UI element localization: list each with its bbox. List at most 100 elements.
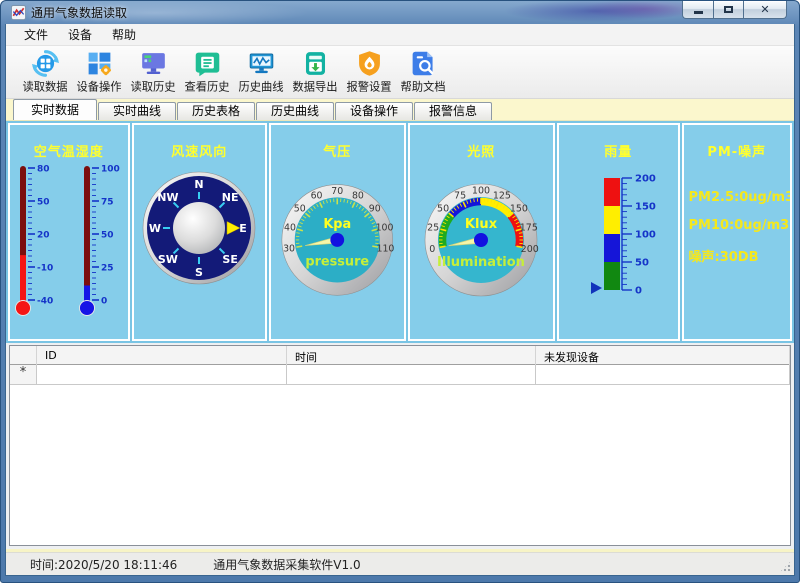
panel-temp-humidity: 空气温湿度 805020-10-40 1007550250 [8,123,130,341]
svg-text:-40: -40 [37,296,53,306]
gauge-hub [330,233,344,247]
svg-text:80: 80 [37,164,50,174]
panel-title: 雨量 [559,141,678,160]
svg-text:175: 175 [520,222,538,233]
app-icon [11,5,26,20]
svg-text:100: 100 [376,222,394,233]
svg-text:80: 80 [352,191,364,202]
svg-text:Kpa: Kpa [323,217,351,232]
svg-text:pressure: pressure [305,255,369,270]
window-controls: ✕ [682,1,787,19]
column-header-time[interactable]: 时间 [287,346,536,365]
button-alarm-settings[interactable]: 报警设置 [342,48,396,95]
app-window: 通用气象数据读取 ✕ 文件 设备 帮助 读取数据 设备操作 [0,0,800,583]
rain-bar-gauge: 200150100500 [559,164,677,314]
rain-segment [604,234,620,262]
panel-wind: 风速风向 NNEESESSWWNW [132,123,268,341]
button-read-data[interactable]: 读取数据 [18,48,72,95]
pressure-gauge: 30405060708090100110Kpapressure [271,162,404,304]
monitor-waveform-icon [247,49,276,78]
column-header-id[interactable]: ID [37,346,287,365]
svg-text:125: 125 [493,190,511,201]
green-document-bubble-icon [193,49,222,78]
column-header-device[interactable]: 未发现设备 [536,346,790,365]
noise-value: 噪声:30DB [689,246,791,265]
window-title: 通用气象数据读取 [31,4,127,21]
menu-file[interactable]: 文件 [14,24,58,45]
maximize-icon [724,6,733,13]
button-view-history[interactable]: 查看历史 [180,48,234,95]
toolbar-label: 帮助文档 [400,79,445,95]
illumination-gauge: 0255075100125150175200KluxIllumination [414,162,548,304]
toolbar: 读取数据 设备操作 读取历史 查看历史 [6,46,794,99]
panel-title: 光照 [410,141,554,160]
minimize-icon [694,11,703,14]
svg-text:100: 100 [101,164,120,174]
rain-pointer [591,282,602,294]
cell-time[interactable] [287,365,536,385]
svg-text:NE: NE [222,191,239,204]
purple-monitor-icon [139,49,168,78]
svg-text:0: 0 [635,286,642,297]
data-table[interactable]: ID 时间 未发现设备 * [9,345,791,546]
button-read-history[interactable]: 读取历史 [126,48,180,95]
svg-text:90: 90 [369,204,381,215]
pm10-value: PM10:0ug/m3 [689,218,791,233]
tab-history-curve[interactable]: 历史曲线 [256,102,334,120]
table-empty-area [10,385,790,545]
dashboard: 空气温湿度 805020-10-40 1007550250 风速风向 NNEES… [6,121,794,343]
tabstrip: 实时数据 实时曲线 历史表格 历史曲线 设备操作 报警信息 [6,99,794,121]
svg-text:110: 110 [376,244,394,255]
table-row[interactable]: * [10,365,790,385]
toolbar-label: 设备操作 [76,79,121,95]
menu-help[interactable]: 帮助 [102,24,146,45]
tab-alarm-info[interactable]: 报警信息 [414,102,492,120]
toolbar-label: 数据导出 [292,79,337,95]
gauge-hub [474,233,488,247]
close-button[interactable]: ✕ [743,1,787,19]
svg-text:40: 40 [284,222,296,233]
svg-text:Illumination: Illumination [437,255,525,270]
svg-text:25: 25 [101,263,114,273]
resize-grip[interactable] [779,560,792,573]
button-history-curve[interactable]: 历史曲线 [234,48,288,95]
svg-text:Klux: Klux [465,217,498,232]
svg-text:50: 50 [294,204,306,215]
client-area: 文件 设备 帮助 读取数据 设备操作 读取历史 [5,24,795,576]
svg-text:NW: NW [157,191,178,204]
maximize-button[interactable] [713,1,743,19]
tab-device-operation[interactable]: 设备操作 [335,102,413,120]
wind-compass: NNEESESSWWNW [140,169,258,287]
status-app-version: 通用气象数据采集软件V1.0 [213,556,360,573]
minimize-button[interactable] [682,1,713,19]
toolbar-label: 读取历史 [130,79,175,95]
button-data-export[interactable]: 数据导出 [288,48,342,95]
cell-device[interactable] [536,365,790,385]
svg-text:W: W [149,222,161,235]
menu-device[interactable]: 设备 [58,24,102,45]
status-time: 时间:2020/5/20 18:11:46 [30,556,177,573]
titlebar[interactable]: 通用气象数据读取 ✕ [5,1,795,24]
button-help-doc[interactable]: 帮助文档 [396,48,450,95]
panel-pressure: 气压 30405060708090100110Kpapressure [269,123,406,341]
tab-realtime-curve[interactable]: 实时曲线 [98,102,176,120]
button-device-operation[interactable]: 设备操作 [72,48,126,95]
table-header: ID 时间 未发现设备 [10,346,790,365]
pm25-value: PM2.5:0ug/m3 [689,190,791,205]
svg-text:20: 20 [37,230,50,240]
svg-text:200: 200 [521,244,539,255]
svg-text:70: 70 [331,186,343,197]
tab-realtime-data[interactable]: 实时数据 [13,99,97,120]
toolbar-label: 读取数据 [22,79,67,95]
svg-text:75: 75 [454,190,466,201]
svg-text:50: 50 [37,197,50,207]
thermometer-bulb [79,301,94,316]
tab-history-table[interactable]: 历史表格 [177,102,255,120]
cell-id[interactable] [37,365,287,385]
svg-text:S: S [195,266,203,279]
svg-text:50: 50 [635,258,649,269]
svg-text:E: E [239,222,247,235]
panel-rain: 雨量 200150100500 [557,123,680,341]
windows-gear-icon [85,49,114,78]
svg-text:SE: SE [223,253,238,266]
